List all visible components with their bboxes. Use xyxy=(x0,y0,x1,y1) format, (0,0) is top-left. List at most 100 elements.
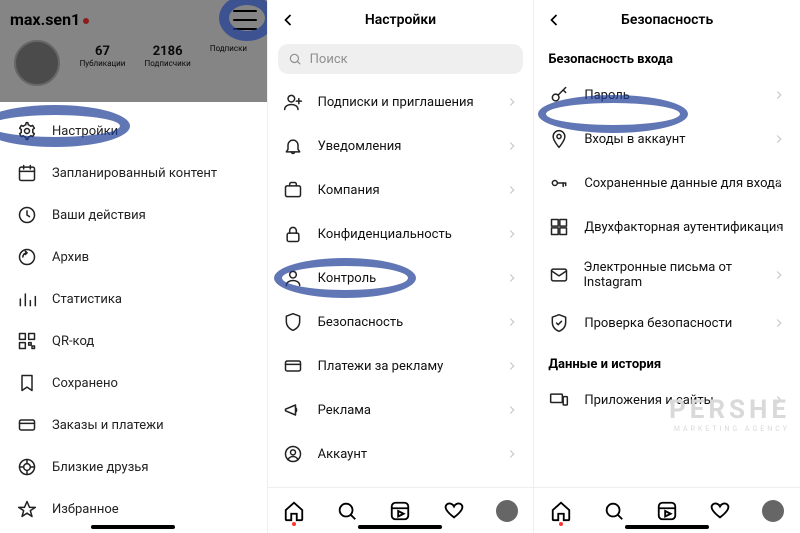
chevron-right-icon xyxy=(505,183,519,197)
home-indicator xyxy=(358,525,442,529)
drawer-item-1[interactable]: Запланированный контент xyxy=(0,152,267,194)
settings-item-label: Безопасность xyxy=(318,315,404,330)
key-icon xyxy=(548,84,570,106)
drawer-item-9[interactable]: Избранное xyxy=(0,488,267,530)
search-input[interactable]: Поиск xyxy=(278,44,524,74)
avatar-icon xyxy=(762,500,784,522)
chevron-right-icon xyxy=(772,316,786,330)
panel-settings: Настройки Поиск Подписки и приглашения Ув… xyxy=(267,0,534,533)
drawer-item-5[interactable]: QR-код xyxy=(0,320,267,362)
chevron-right-icon xyxy=(772,393,786,407)
header: Настройки xyxy=(268,0,534,40)
drawer-item-7[interactable]: Заказы и платежи xyxy=(0,404,267,446)
security-item-1[interactable]: Входы в аккаунт xyxy=(534,117,800,161)
settings-item-2[interactable]: Компания xyxy=(268,168,534,212)
page-title: Безопасность xyxy=(621,12,713,28)
card-icon xyxy=(282,355,304,377)
shield-icon xyxy=(282,311,304,333)
chevron-right-icon xyxy=(772,220,786,234)
tab-activity[interactable] xyxy=(443,500,465,522)
header: Безопасность xyxy=(534,0,800,40)
settings-item-4[interactable]: Контроль xyxy=(268,256,534,300)
security-item-label: Двухфакторная аутентификация xyxy=(584,220,783,235)
drawer-item-6[interactable]: Сохранено xyxy=(0,362,267,404)
settings-item-0[interactable]: Подписки и приглашения xyxy=(268,80,534,124)
drawer-item-0[interactable]: Настройки xyxy=(0,110,267,152)
drawer-item-label: Заказы и платежи xyxy=(52,418,164,433)
stat-posts[interactable]: 67Публикации xyxy=(80,44,126,68)
menu-icon[interactable] xyxy=(233,10,257,30)
tab-reels[interactable] xyxy=(656,500,678,522)
tab-home[interactable] xyxy=(283,500,305,522)
tab-activity[interactable] xyxy=(709,500,731,522)
pin-icon xyxy=(548,128,570,150)
settings-item-label: Аккаунт xyxy=(318,447,367,462)
data-item-0[interactable]: Приложения и сайты xyxy=(534,378,800,422)
settings-item-5[interactable]: Безопасность xyxy=(268,300,534,344)
chevron-right-icon xyxy=(772,88,786,102)
drawer-item-label: Запланированный контент xyxy=(52,166,217,181)
tab-profile[interactable] xyxy=(762,500,784,522)
card-icon xyxy=(16,414,38,436)
home-indicator xyxy=(91,525,175,529)
data-item-label: Приложения и сайты xyxy=(584,393,713,408)
avatar[interactable] xyxy=(14,40,60,86)
panel-profile-drawer: max.sen1 67Публикации 2186Подписчики Под… xyxy=(0,0,267,533)
settings-item-8[interactable]: Аккаунт xyxy=(268,432,534,476)
back-icon[interactable] xyxy=(278,10,298,30)
avatar-icon xyxy=(496,500,518,522)
chevron-right-icon xyxy=(505,403,519,417)
settings-item-label: Подписки и приглашения xyxy=(318,95,474,110)
settings-item-6[interactable]: Платежи за рекламу xyxy=(268,344,534,388)
drawer-item-label: Архив xyxy=(52,250,89,265)
drawer-item-8[interactable]: Близкие друзья xyxy=(0,446,267,488)
home-indicator xyxy=(625,525,709,529)
chevron-right-icon xyxy=(505,271,519,285)
drawer-item-2[interactable]: Ваши действия xyxy=(0,194,267,236)
drawer-menu: Настройки Запланированный контент Ваши дей… xyxy=(0,102,267,533)
tab-home[interactable] xyxy=(550,500,572,522)
section-login-security: Безопасность входа xyxy=(534,40,800,73)
tab-reels[interactable] xyxy=(389,500,411,522)
stat-following[interactable]: Подписки xyxy=(210,44,247,68)
devices-icon xyxy=(548,389,570,411)
search-placeholder: Поиск xyxy=(310,52,348,67)
friends-icon xyxy=(16,456,38,478)
grid-icon xyxy=(548,216,570,238)
security-item-label: Сохраненные данные для входа xyxy=(584,176,782,191)
settings-item-label: Компания xyxy=(318,183,380,198)
username[interactable]: max.sen1 xyxy=(10,10,89,29)
security-item-label: Проверка безопасности xyxy=(584,316,732,331)
mail-icon xyxy=(548,264,569,286)
chevron-right-icon xyxy=(505,95,519,109)
person-icon xyxy=(282,267,304,289)
settings-item-label: Конфиденциальность xyxy=(318,227,452,242)
settings-item-7[interactable]: Реклама xyxy=(268,388,534,432)
settings-item-1[interactable]: Уведомления xyxy=(268,124,534,168)
back-icon[interactable] xyxy=(544,10,564,30)
security-item-5[interactable]: Проверка безопасности xyxy=(534,301,800,345)
drawer-item-3[interactable]: Архив xyxy=(0,236,267,278)
bookmark-icon xyxy=(16,372,38,394)
security-item-2[interactable]: Сохраненные данные для входа xyxy=(534,161,800,205)
settings-item-label: Контроль xyxy=(318,271,377,286)
security-item-4[interactable]: Электронные письма от Instagram xyxy=(534,249,800,301)
chevron-right-icon xyxy=(505,227,519,241)
tab-search[interactable] xyxy=(336,500,358,522)
security-item-0[interactable]: Пароль xyxy=(534,73,800,117)
notification-dot-icon xyxy=(83,18,89,24)
drawer-item-4[interactable]: Статистика xyxy=(0,278,267,320)
settings-item-label: Уведомления xyxy=(318,139,402,154)
search-icon xyxy=(288,52,302,66)
drawer-item-label: QR-код xyxy=(52,334,94,349)
stats-icon xyxy=(16,288,38,310)
security-item-label: Электронные письма от Instagram xyxy=(583,260,785,290)
security-item-3[interactable]: Двухфакторная аутентификация xyxy=(534,205,800,249)
stat-followers[interactable]: 2186Подписчики xyxy=(145,44,191,68)
profile-stats: 67Публикации 2186Подписчики Подписки xyxy=(70,44,257,68)
tab-profile[interactable] xyxy=(496,500,518,522)
star-icon xyxy=(16,498,38,520)
briefcase-icon xyxy=(282,179,304,201)
settings-item-3[interactable]: Конфиденциальность xyxy=(268,212,534,256)
tab-search[interactable] xyxy=(603,500,625,522)
